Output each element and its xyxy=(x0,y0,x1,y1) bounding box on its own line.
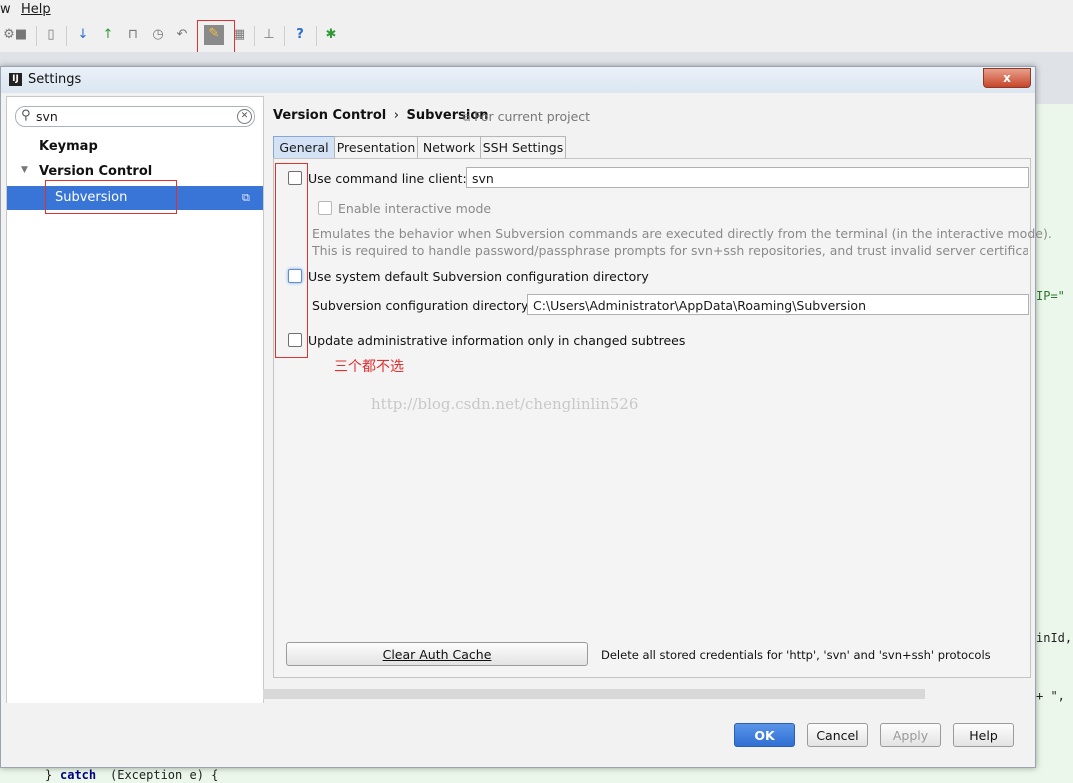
toolbar-separator xyxy=(316,26,317,46)
main-toolbar: ⚙ ■ ▯ ↓ ↑ ⊓ ◷ ↶ ✎ ▦ ⊥ ? ✱ xyxy=(0,20,1073,53)
project-scope-label: For current project xyxy=(474,109,591,124)
code-fragment: inId, xyxy=(1036,631,1073,645)
menu-bar: w Help xyxy=(0,0,1073,20)
menu-item-help[interactable]: Help xyxy=(21,2,51,17)
code-keyword: catch xyxy=(60,768,97,782)
highlight-box-subversion xyxy=(45,180,177,214)
clear-search-icon[interactable]: ✕ xyxy=(237,109,252,124)
use-system-default-config-label: Use system default Subversion configurat… xyxy=(308,269,649,284)
tab-general[interactable]: General xyxy=(273,136,335,158)
enable-interactive-mode-checkbox[interactable] xyxy=(318,201,332,215)
close-button[interactable]: x xyxy=(983,68,1031,88)
toolbar-separator xyxy=(254,26,255,46)
intellij-logo-icon: IJ xyxy=(9,73,22,86)
vcs-update-icon[interactable]: ↓ xyxy=(74,26,92,44)
toolbar-separator xyxy=(284,26,285,46)
toolbar-separator xyxy=(36,26,37,46)
highlight-box-checkboxes xyxy=(275,163,308,358)
enable-interactive-mode-label: Enable interactive mode xyxy=(338,201,492,216)
tree-item-keymap[interactable]: Keymap xyxy=(39,139,98,154)
help-icon[interactable]: ? xyxy=(291,26,309,44)
settings-dialog: IJ Settings x ⚲ svn ✕ Keymap ▼ Version C… xyxy=(0,66,1052,768)
interactive-mode-description-2: This is required to handle password/pass… xyxy=(312,243,1028,258)
breadcrumb: Version Control › Subversion xyxy=(273,108,489,123)
search-icon: ⚲ xyxy=(21,108,31,123)
code-brace: } xyxy=(45,768,53,782)
settings-search-input[interactable]: ⚲ svn ✕ xyxy=(15,106,255,127)
config-directory-label: Subversion configuration directory: xyxy=(312,298,532,313)
toolbar-separator xyxy=(66,26,67,46)
dialog-titlebar: IJ Settings x xyxy=(1,67,1035,93)
project-scope-icon: ⧉ xyxy=(463,113,471,124)
code-fragment: (Exception e) { xyxy=(110,768,219,782)
interactive-mode-description: Emulates the behavior when Subversion co… xyxy=(312,226,1052,241)
clear-auth-cache-button[interactable]: Clear Auth Cache xyxy=(286,642,588,666)
breadcrumb-separator: › xyxy=(393,108,399,123)
tab-ssh-settings[interactable]: SSH Settings xyxy=(480,136,566,158)
help-button[interactable]: Help xyxy=(953,723,1014,747)
breadcrumb-parent: Version Control xyxy=(273,108,387,123)
code-fragment: IP=" xyxy=(1036,289,1065,303)
apply-button[interactable]: Apply xyxy=(880,723,941,747)
watermark: http://blog.csdn.net/chenglinlin526 xyxy=(371,395,639,413)
project-scope-note: ⧉ For current project xyxy=(463,109,590,124)
history-icon[interactable]: ◷ xyxy=(149,26,167,44)
horizontal-scrollbar[interactable] xyxy=(263,689,925,699)
stop-icon[interactable]: ■ xyxy=(12,26,30,44)
code-fragment: + ", xyxy=(1036,689,1065,703)
vcs-commit-icon[interactable]: ↑ xyxy=(99,26,117,44)
sdk-icon[interactable]: ⊥ xyxy=(260,26,278,44)
revert-icon[interactable]: ↶ xyxy=(173,26,191,44)
plugin-icon[interactable]: ✱ xyxy=(322,26,340,44)
dialog-footer: OK Cancel Apply Help xyxy=(1,703,1035,767)
update-admin-info-label: Update administrative information only i… xyxy=(308,333,686,348)
tab-presentation[interactable]: Presentation xyxy=(334,136,418,158)
menu-item-view[interactable]: w xyxy=(0,2,11,17)
clear-auth-cache-description: Delete all stored credentials for 'http'… xyxy=(601,648,991,662)
search-value: svn xyxy=(36,109,58,124)
editor-background: IP=" inId, + ", xyxy=(1030,104,1073,783)
annotation-note: 三个都不选 xyxy=(334,359,404,375)
tree-item-version-control[interactable]: Version Control xyxy=(39,164,152,179)
config-directory-input[interactable]: C:\Users\Administrator\AppData\Roaming\S… xyxy=(527,294,1029,315)
dialog-title: Settings xyxy=(28,72,82,87)
tab-network[interactable]: Network xyxy=(417,136,481,158)
project-scope-icon: ⧉ xyxy=(242,191,250,204)
command-line-client-input[interactable]: svn xyxy=(466,167,1029,188)
file-structure-icon[interactable]: ▯ xyxy=(42,26,60,44)
expand-arrow-icon[interactable]: ▼ xyxy=(21,165,28,175)
use-command-line-client-label: Use command line client: xyxy=(308,171,467,186)
ok-button[interactable]: OK xyxy=(734,723,795,747)
lock-icon[interactable]: ⊓ xyxy=(124,26,142,44)
cancel-button[interactable]: Cancel xyxy=(807,723,868,747)
